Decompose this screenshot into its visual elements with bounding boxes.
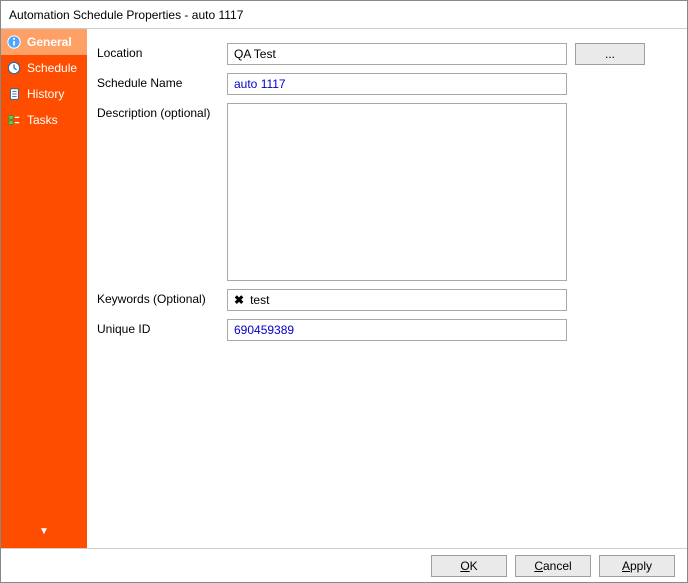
ok-rest: K [470, 559, 478, 573]
clock-icon [7, 61, 21, 75]
keywords-label: Keywords (Optional) [97, 289, 227, 306]
keyword-text: test [250, 293, 269, 307]
sidebar-spacer [1, 133, 87, 518]
unique-id-input[interactable] [227, 319, 567, 341]
footer: OK Cancel Apply [1, 548, 687, 582]
cancel-button[interactable]: Cancel [515, 555, 591, 577]
row-location: Location ... [97, 43, 675, 65]
row-schedule-name: Schedule Name [97, 73, 675, 95]
ok-button[interactable]: OK [431, 555, 507, 577]
description-textarea[interactable] [227, 103, 567, 281]
keyword-remove-icon[interactable]: ✖ [232, 293, 246, 307]
main-area: General Schedule History Tasks ▼ Locat [1, 29, 687, 549]
keywords-input[interactable]: ✖ test [227, 289, 567, 311]
tasks-icon [7, 113, 21, 127]
description-label: Description (optional) [97, 103, 227, 120]
row-unique-id: Unique ID [97, 319, 675, 341]
row-keywords: Keywords (Optional) ✖ test [97, 289, 675, 311]
info-icon [7, 35, 21, 49]
unique-id-label: Unique ID [97, 319, 227, 336]
location-input[interactable] [227, 43, 567, 65]
history-icon [7, 87, 21, 101]
content-panel: Location ... Schedule Name Description (… [87, 29, 687, 549]
sidebar-item-label: General [27, 35, 72, 49]
sidebar-expand-arrow[interactable]: ▼ [1, 518, 87, 549]
schedule-name-input[interactable] [227, 73, 567, 95]
sidebar-item-label: Schedule [27, 61, 77, 75]
sidebar-item-label: Tasks [27, 113, 58, 127]
sidebar-item-schedule[interactable]: Schedule [1, 55, 87, 81]
sidebar-item-history[interactable]: History [1, 81, 87, 107]
cancel-rest: ancel [543, 559, 572, 573]
window-title: Automation Schedule Properties - auto 11… [1, 1, 687, 29]
sidebar: General Schedule History Tasks ▼ [1, 29, 87, 549]
chevron-down-icon: ▼ [39, 526, 49, 537]
apply-button[interactable]: Apply [599, 555, 675, 577]
row-description: Description (optional) [97, 103, 675, 281]
sidebar-item-label: History [27, 87, 64, 101]
sidebar-item-general[interactable]: General [1, 29, 87, 55]
schedule-name-label: Schedule Name [97, 73, 227, 90]
browse-button[interactable]: ... [575, 43, 645, 65]
location-label: Location [97, 43, 227, 60]
apply-rest: pply [630, 559, 652, 573]
sidebar-item-tasks[interactable]: Tasks [1, 107, 87, 133]
